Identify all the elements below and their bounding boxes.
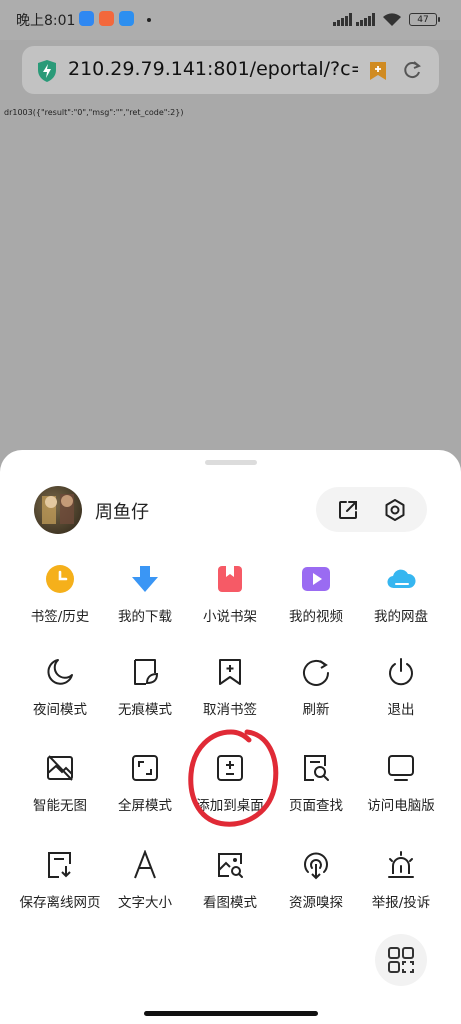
menu-label: 夜间模式 bbox=[33, 702, 87, 718]
menu-label: 举报/投诉 bbox=[371, 895, 431, 911]
avatar[interactable] bbox=[34, 486, 82, 534]
desktop-site-icon bbox=[388, 755, 414, 781]
menu-resource-sniff[interactable]: 资源嗅探 bbox=[270, 850, 362, 930]
wifi-icon bbox=[383, 13, 401, 26]
menu-label: 页面查找 bbox=[289, 798, 343, 814]
menu-image-view[interactable]: 看图模式 bbox=[184, 850, 276, 930]
menu-label: 访问电脑版 bbox=[367, 798, 435, 814]
home-indicator[interactable] bbox=[144, 1011, 318, 1016]
menu-save-offline[interactable]: 保存离线网页 bbox=[14, 850, 106, 930]
menu-report[interactable]: 举报/投诉 bbox=[355, 850, 447, 930]
menu-label: 刷新 bbox=[302, 702, 330, 718]
menu-text-size[interactable]: 文字大小 bbox=[99, 850, 191, 930]
url-text[interactable]: 210.29.79.141:801/eportal/?c= bbox=[68, 58, 358, 80]
menu-label: 文字大小 bbox=[118, 895, 172, 911]
address-bar[interactable]: 210.29.79.141:801/eportal/?c= bbox=[22, 46, 439, 94]
signal-icon bbox=[333, 13, 352, 26]
battery-indicator: 47 bbox=[409, 13, 440, 26]
shopping-app-icon bbox=[99, 11, 114, 26]
menu-exit[interactable]: 退出 bbox=[355, 657, 447, 737]
report-icon bbox=[388, 851, 414, 878]
reload-icon[interactable] bbox=[402, 60, 422, 80]
text-size-icon bbox=[134, 850, 156, 879]
menu-add-to-desktop[interactable]: 添加到桌面 bbox=[184, 753, 276, 833]
bookmark-history-icon bbox=[46, 565, 74, 593]
add-to-desktop-icon bbox=[217, 755, 243, 781]
cloud-app-icon bbox=[119, 11, 134, 26]
signal-hd-icon bbox=[356, 13, 375, 26]
moon-icon bbox=[47, 659, 73, 685]
download-icon bbox=[132, 566, 158, 592]
video-icon bbox=[302, 567, 330, 591]
menu-label: 智能无图 bbox=[33, 798, 87, 814]
menu-no-image[interactable]: 智能无图 bbox=[14, 753, 106, 833]
grid-icon bbox=[388, 947, 414, 973]
menu-label: 退出 bbox=[387, 702, 415, 718]
status-bar: 晚上8:01 47 bbox=[0, 0, 461, 40]
image-view-icon bbox=[218, 853, 243, 878]
menu-label: 全屏模式 bbox=[118, 798, 172, 814]
remove-bookmark-icon bbox=[219, 659, 241, 685]
incognito-icon bbox=[134, 659, 159, 685]
menu-desktop-site[interactable]: 访问电脑版 bbox=[355, 753, 447, 833]
app-notification-icon bbox=[79, 11, 94, 26]
status-time: 晚上8:01 bbox=[16, 13, 76, 29]
find-in-page-icon bbox=[304, 755, 329, 781]
menu-label: 无痕模式 bbox=[118, 702, 172, 718]
no-image-icon bbox=[47, 755, 73, 781]
menu-incognito[interactable]: 无痕模式 bbox=[99, 657, 191, 737]
menu-night-mode[interactable]: 夜间模式 bbox=[14, 657, 106, 737]
menu-remove-bookmark[interactable]: 取消书签 bbox=[184, 657, 276, 737]
settings-icon[interactable] bbox=[383, 498, 407, 522]
avatar-image-icon bbox=[42, 494, 74, 524]
save-offline-icon bbox=[48, 852, 71, 878]
shield-icon[interactable] bbox=[36, 59, 58, 83]
more-notifications-dot bbox=[147, 18, 151, 22]
menu-refresh[interactable]: 刷新 bbox=[270, 657, 362, 737]
menu-cloud-drive[interactable]: 我的网盘 bbox=[355, 564, 447, 644]
resource-sniff-icon bbox=[304, 852, 328, 880]
share-icon[interactable] bbox=[336, 498, 360, 522]
fullscreen-icon bbox=[132, 755, 158, 781]
cloud-drive-icon bbox=[387, 569, 416, 589]
menu-label: 保存离线网页 bbox=[19, 895, 101, 911]
menu-label: 小说书架 bbox=[203, 609, 257, 625]
menu-bookmark-history[interactable]: 书签/历史 bbox=[14, 564, 106, 644]
menu-my-videos[interactable]: 我的视频 bbox=[270, 564, 362, 644]
menu-label: 我的下载 bbox=[118, 609, 172, 625]
menu-downloads[interactable]: 我的下载 bbox=[99, 564, 191, 644]
menu-label: 我的网盘 bbox=[374, 609, 428, 625]
account-actions bbox=[316, 487, 427, 532]
customize-menu-button[interactable] bbox=[375, 934, 427, 986]
power-icon bbox=[389, 658, 413, 686]
menu-label: 添加到桌面 bbox=[196, 798, 264, 814]
page-response-text: dr1003({"result":"0","msg":"","ret_code"… bbox=[4, 108, 184, 117]
menu-label: 取消书签 bbox=[203, 702, 257, 718]
menu-find-in-page[interactable]: 页面查找 bbox=[270, 753, 362, 833]
menu-novel-shelf[interactable]: 小说书架 bbox=[184, 564, 276, 644]
menu-fullscreen[interactable]: 全屏模式 bbox=[99, 753, 191, 833]
refresh-icon bbox=[303, 659, 329, 686]
add-bookmark-icon[interactable] bbox=[368, 60, 388, 82]
menu-label: 我的视频 bbox=[289, 609, 343, 625]
menu-label: 书签/历史 bbox=[30, 609, 90, 625]
menu-label: 看图模式 bbox=[203, 895, 257, 911]
username[interactable]: 周鱼仔 bbox=[95, 498, 149, 524]
menu-label: 资源嗅探 bbox=[289, 895, 343, 911]
novel-shelf-icon bbox=[218, 566, 242, 592]
sheet-drag-handle[interactable] bbox=[205, 460, 257, 465]
browser-menu-sheet: 周鱼仔 书签/历史 我的下载 小说书架 我的视频 我的网盘 夜间模式 无痕模式 … bbox=[0, 450, 461, 1024]
